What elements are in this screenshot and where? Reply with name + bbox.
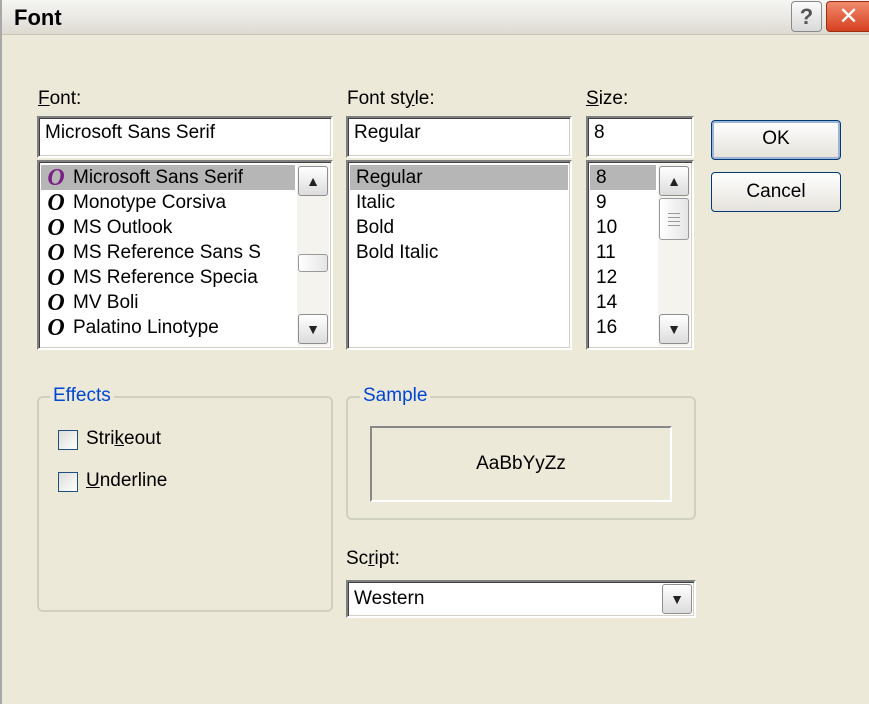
size-list-item[interactable]: 10 [590, 215, 656, 240]
sample-preview: AaBbYyZz [370, 426, 672, 502]
font-list-item[interactable]: O Monotype Corsiva [41, 190, 295, 215]
font-dialog: Font ? ✕ Font: Microsoft Sans Serif O Mic… [0, 0, 869, 704]
size-list-item[interactable]: 9 [590, 190, 656, 215]
underline-checkbox[interactable] [58, 472, 78, 492]
script-label: Script: [346, 548, 400, 569]
truetype-font-icon: O [47, 214, 65, 241]
font-style-list-item[interactable]: Regular [350, 165, 568, 190]
scroll-thumb[interactable] [298, 254, 328, 272]
font-list-item-label: Monotype Corsiva [73, 192, 227, 213]
size-label: Size: [586, 88, 629, 109]
dialog-title: Font [14, 5, 62, 30]
effects-group [37, 396, 333, 612]
strikeout-label[interactable]: Strikeout [86, 428, 161, 450]
scroll-up-button[interactable]: ▲ [298, 166, 328, 196]
truetype-font-icon: O [47, 314, 65, 341]
cancel-button[interactable]: Cancel [711, 172, 841, 212]
title-bar: Font ? ✕ [2, 0, 869, 35]
font-label: Font: [38, 88, 82, 109]
underline-label[interactable]: Underline [86, 470, 167, 492]
script-select[interactable]: Western ▼ [346, 580, 696, 618]
scroll-down-button[interactable]: ▼ [298, 314, 328, 344]
truetype-font-icon: O [47, 264, 65, 291]
size-scroll-thumb[interactable] [659, 198, 689, 240]
size-list-item[interactable]: 11 [590, 240, 656, 265]
effects-group-title: Effects [50, 385, 114, 407]
font-style-label: Font style: [347, 88, 435, 109]
size-scroll-up-button[interactable]: ▲ [659, 166, 689, 196]
size-list-item[interactable]: 14 [590, 290, 656, 315]
font-list-item[interactable]: O MV Boli [41, 290, 295, 315]
size-scroll-down-button[interactable]: ▼ [659, 314, 689, 344]
help-icon: ? [799, 4, 814, 29]
font-list-scrollbar[interactable]: ▲ ▼ [297, 164, 329, 346]
font-list-item[interactable]: O MS Reference Specia [41, 265, 295, 290]
scroll-up-icon: ▲ [667, 173, 681, 189]
dropdown-arrow-icon: ▼ [670, 591, 684, 607]
help-button[interactable]: ? [791, 1, 822, 32]
size-list-item[interactable]: 16 [590, 315, 656, 340]
size-list-scrollbar[interactable]: ▲ ▼ [658, 164, 690, 346]
truetype-font-icon: O [47, 189, 65, 216]
truetype-font-icon: O [47, 239, 65, 266]
size-list-item[interactable]: 8 [590, 165, 656, 190]
scroll-down-icon: ▼ [667, 321, 681, 337]
sample-group-title: Sample [360, 385, 431, 407]
font-style-input[interactable]: Regular [346, 116, 572, 158]
font-list-item-label: Palatino Linotype [73, 317, 219, 338]
font-style-list-item[interactable]: Bold [350, 215, 568, 240]
close-button[interactable]: ✕ [826, 1, 869, 32]
scroll-down-icon: ▼ [306, 321, 320, 337]
font-list-item-label: Microsoft Sans Serif [73, 167, 243, 188]
font-list[interactable]: O Microsoft Sans Serif O Monotype Corsiva O M… [37, 160, 333, 350]
size-input[interactable]: 8 [586, 116, 694, 158]
font-list-item[interactable]: O Palatino Linotype [41, 315, 295, 340]
font-style-list-item[interactable]: Italic [350, 190, 568, 215]
font-list-item-label: MS Outlook [73, 217, 173, 238]
font-list-item[interactable]: O MS Reference Sans S [41, 240, 295, 265]
font-list-item[interactable]: O MS Outlook [41, 215, 295, 240]
truetype-font-icon: O [47, 164, 65, 191]
font-list-item-label: MS Reference Sans S [73, 242, 261, 263]
ok-button[interactable]: OK [711, 120, 841, 160]
scroll-up-icon: ▲ [306, 173, 320, 189]
font-style-list[interactable]: Regular Italic Bold Bold Italic [346, 160, 572, 350]
font-style-list-item[interactable]: Bold Italic [350, 240, 568, 265]
font-name-input[interactable]: Microsoft Sans Serif [37, 116, 333, 158]
size-list-item[interactable]: 12 [590, 265, 656, 290]
size-list[interactable]: 8 9 10 11 12 14 16 ▲ ▼ [586, 160, 694, 350]
script-select-value: Western [354, 588, 425, 609]
close-icon: ✕ [838, 3, 859, 30]
font-list-item-label: MV Boli [73, 292, 139, 313]
script-dropdown-button[interactable]: ▼ [662, 584, 692, 614]
strikeout-checkbox[interactable] [58, 430, 78, 450]
truetype-font-icon: O [47, 289, 65, 316]
font-list-item-label: MS Reference Specia [73, 267, 258, 288]
font-list-item[interactable]: O Microsoft Sans Serif [41, 165, 295, 190]
